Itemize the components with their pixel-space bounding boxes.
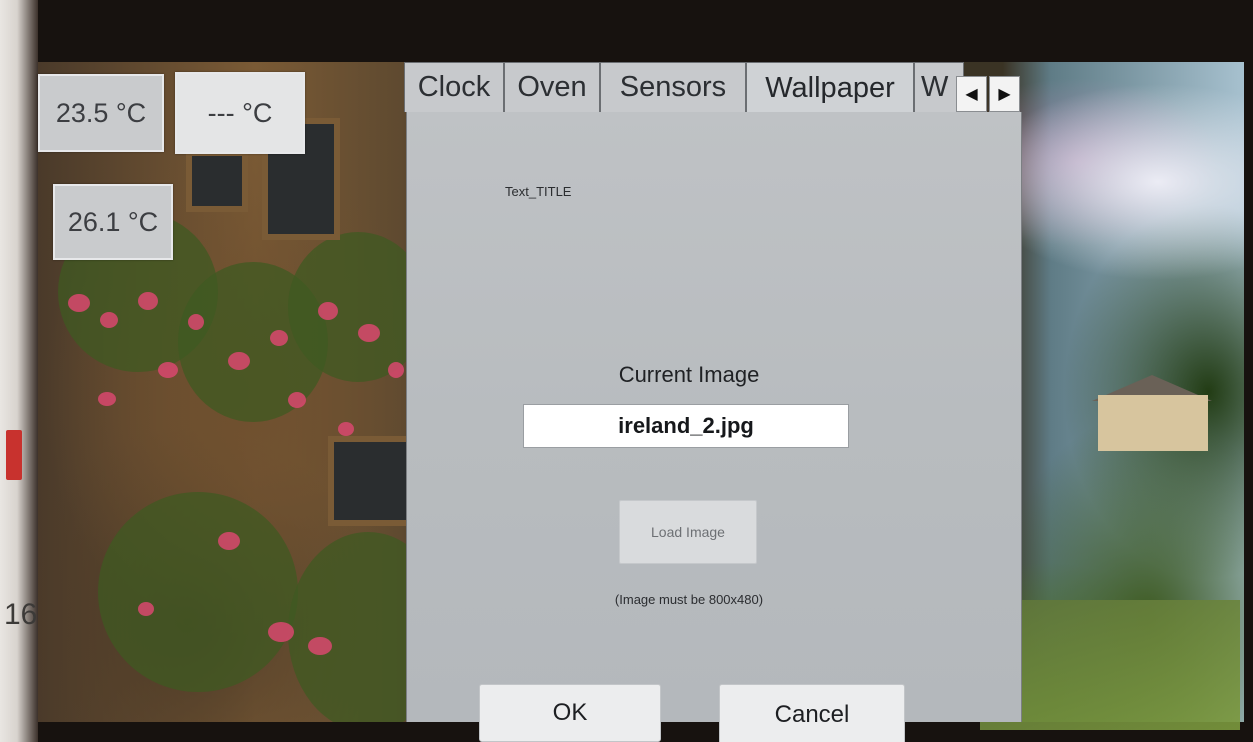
wallpaper-panel: Text_TITLE Current Image ireland_2.jpg L… xyxy=(406,112,1022,742)
current-image-field[interactable]: ireland_2.jpg xyxy=(523,404,849,448)
triangle-right-icon: ▶ xyxy=(998,86,1011,103)
tab-scroll-arrows: ◀ ▶ xyxy=(956,76,1022,116)
cancel-button[interactable]: Cancel xyxy=(719,684,905,742)
red-sticker xyxy=(6,430,22,480)
temperature-readout-1[interactable]: 23.5 °C xyxy=(38,74,164,152)
temperature-readout-3[interactable]: 26.1 °C xyxy=(53,184,173,260)
photo-of-touchscreen: 16 23.5 °C --- °C 26.1 °C Clock Oven Sen… xyxy=(0,0,1253,742)
load-image-button[interactable]: Load Image xyxy=(619,500,757,564)
wallpaper-cottage xyxy=(1098,395,1208,451)
temperature-readout-2[interactable]: --- °C xyxy=(175,72,305,154)
settings-dialog: Clock Oven Sensors Wallpaper W ◀ ▶ Text_… xyxy=(404,62,1024,742)
tab-wallpaper[interactable]: Wallpaper xyxy=(746,62,914,114)
tab-sensors[interactable]: Sensors xyxy=(600,62,746,112)
tab-bar: Clock Oven Sensors Wallpaper W ◀ ▶ xyxy=(404,62,1024,114)
tab-oven[interactable]: Oven xyxy=(504,62,600,112)
tab-scroll-right-button[interactable]: ▶ xyxy=(989,76,1020,112)
wallpaper-window xyxy=(186,150,248,212)
image-size-hint: (Image must be 800x480) xyxy=(614,592,764,607)
bezel-edge-text: 16 xyxy=(4,598,38,631)
current-image-label: Current Image xyxy=(618,362,760,387)
ok-button[interactable]: OK xyxy=(479,684,661,742)
tab-scroll-left-button[interactable]: ◀ xyxy=(956,76,987,112)
triangle-left-icon: ◀ xyxy=(965,86,978,103)
panel-title-text: Text_TITLE xyxy=(505,184,572,199)
tab-clock[interactable]: Clock xyxy=(404,62,504,112)
